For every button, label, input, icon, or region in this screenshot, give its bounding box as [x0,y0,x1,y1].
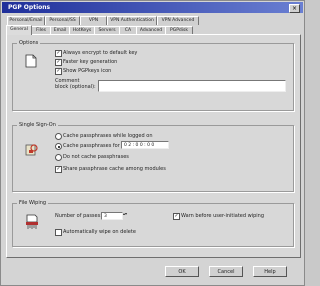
options-group-label: Options [17,40,41,46]
always-encrypt-label: Always encrypt to default key [63,50,138,56]
share-cache-label: Share passphrase cache among modules [63,166,166,172]
document-icon [25,54,37,68]
tab-vpn-advanced[interactable]: VPN Advanced [157,16,199,25]
show-pgpkeys-checkbox[interactable]: ✓ [55,68,62,75]
cancel-button[interactable]: Cancel [209,266,243,277]
passes-label: Number of passes: [55,213,102,219]
faster-keygen-label: Faster key generation [63,59,118,65]
warn-before-wipe-checkbox[interactable]: ✓ [173,213,180,220]
cache-while-logged-on-label: Cache passphrases while logged on [63,133,153,139]
tab-vpn-authentication[interactable]: VPN Authentication [107,16,157,25]
tab-personal-email[interactable]: Personal/Email [7,16,45,25]
file-wiping-group-label: File Wiping [17,200,49,206]
cache-while-logged-on-radio[interactable] [55,133,62,140]
tab-personal-ss[interactable]: Personal/SS [45,16,80,25]
options-dialog: PGP Options × Personal/Email Personal/SS… [0,0,305,286]
cache-for-label: Cache passphrases for [63,143,120,149]
no-cache-radio[interactable] [55,154,62,161]
close-button[interactable]: × [289,4,300,13]
cache-for-radio[interactable] [55,143,62,150]
window-title: PGP Options [8,4,51,11]
share-cache-checkbox[interactable]: ✓ [55,166,62,173]
comment-block-input[interactable] [98,80,286,92]
help-button[interactable]: Help [253,266,287,277]
warn-before-wipe-label: Warn before user-initiated wiping [181,213,265,219]
auto-wipe-checkbox[interactable] [55,229,62,236]
file-wiping-group: File Wiping Number of passes: 3 ▴▾ ✓ War… [12,200,294,247]
passes-spinner-icon[interactable]: ▴▾ [123,211,127,216]
faster-keygen-checkbox[interactable]: ✓ [55,59,62,66]
tab-general[interactable]: General [6,25,32,35]
single-signon-group: Single Sign-On Cache passphrases while l… [12,122,294,192]
ok-button[interactable]: OK [165,266,199,277]
passphrase-key-icon [25,144,38,156]
options-group: Options ✓ Always encrypt to default key … [12,40,294,111]
passes-input[interactable]: 3 [101,212,123,220]
show-pgpkeys-label: Show PGPkeys icon [63,68,112,74]
always-encrypt-checkbox[interactable]: ✓ [55,50,62,57]
general-tab-panel: Options ✓ Always encrypt to default key … [6,34,301,258]
title-bar[interactable]: PGP Options × [2,2,303,13]
no-cache-label: Do not cache passphrases [63,154,129,160]
shredder-icon [26,214,38,229]
single-signon-group-label: Single Sign-On [17,122,58,128]
comment-label-optional: block (optional): [55,84,96,90]
cache-duration-input[interactable]: 0 2 : 0 0 : 0 0 [121,141,169,149]
auto-wipe-label: Automatically wipe on delete [63,229,136,235]
tab-vpn[interactable]: VPN [80,16,107,25]
